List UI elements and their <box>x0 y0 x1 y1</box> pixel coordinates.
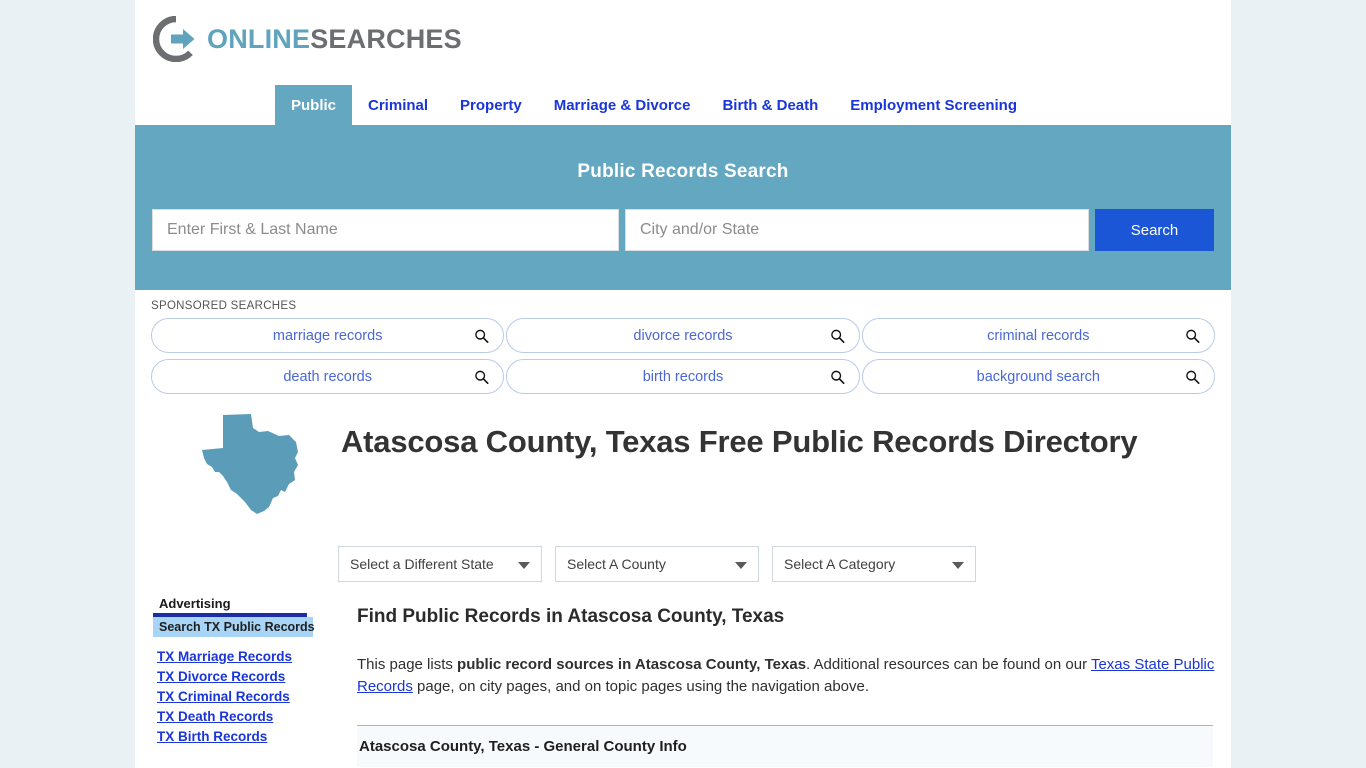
find-records-heading: Find Public Records in Atascosa County, … <box>357 606 785 627</box>
logo-wordmark: ONLINESEARCHES <box>207 23 462 54</box>
sponsored-pill-divorce-records[interactable]: divorce records <box>506 318 860 353</box>
sponsored-row-2: death records birth records background s… <box>151 359 1215 394</box>
site-logo[interactable]: ONLINESEARCHES <box>153 16 462 62</box>
chevron-down-icon <box>952 562 964 569</box>
select-state-label: Select a Different State <box>350 556 494 572</box>
general-county-info-heading: Atascosa County, Texas - General County … <box>357 726 1213 768</box>
magnifier-icon <box>475 329 489 343</box>
select-state-dropdown[interactable]: Select a Different State <box>338 546 542 582</box>
ad-link-tx-marriage-records[interactable]: TX Marriage Records <box>157 649 339 664</box>
chevron-down-icon <box>735 562 747 569</box>
intro-text-3: page, on city pages, and on topic pages … <box>412 678 870 696</box>
nav-item-employment-screening[interactable]: Employment Screening <box>834 85 1033 125</box>
select-category-dropdown[interactable]: Select A Category <box>772 546 976 582</box>
search-form: Search <box>151 209 1215 251</box>
chevron-down-icon <box>518 562 530 569</box>
logo-word-online: ONLINE <box>207 23 311 54</box>
sponsored-pill-criminal-records[interactable]: criminal records <box>861 318 1215 353</box>
nav-item-property[interactable]: Property <box>444 85 538 125</box>
nav-item-public[interactable]: Public <box>275 85 353 125</box>
page-title: Atascosa County, Texas Free Public Recor… <box>341 424 1138 459</box>
main-content: Find Public Records in Atascosa County, … <box>339 582 1215 768</box>
sponsored-pill-label: marriage records <box>272 327 383 344</box>
search-button[interactable]: Search <box>1095 209 1214 251</box>
sponsored-searches-section: SPONSORED SEARCHES marriage records divo… <box>135 290 1231 394</box>
ad-link-tx-divorce-records[interactable]: TX Divorce Records <box>157 669 339 684</box>
magnifier-icon <box>1186 329 1200 343</box>
filter-dropdowns: Select a Different State Select A County… <box>325 546 1231 582</box>
sponsored-searches-label: SPONSORED SEARCHES <box>151 300 297 312</box>
advertising-sidebar: Advertising Search TX Public Records TX … <box>151 582 339 767</box>
circle-arrow-logo-icon <box>153 16 199 62</box>
sponsored-pill-label: death records <box>283 368 372 385</box>
magnifier-icon <box>830 370 845 384</box>
search-band-title: Public Records Search <box>577 161 789 182</box>
main-navigation: Public Criminal Property Marriage & Divo… <box>135 85 1231 125</box>
name-search-input[interactable] <box>152 209 619 251</box>
sponsored-row-1: marriage records divorce records crimina… <box>151 318 1215 353</box>
sponsored-pill-birth-records[interactable]: birth records <box>506 359 860 394</box>
sponsored-pill-label: divorce records <box>633 327 733 344</box>
content-columns: Advertising Search TX Public Records TX … <box>135 582 1231 768</box>
magnifier-icon <box>1186 370 1200 384</box>
sponsored-pill-label: birth records <box>642 368 724 385</box>
page-container: ONLINESEARCHES Public Criminal Property … <box>135 0 1231 768</box>
nav-item-marriage-divorce[interactable]: Marriage & Divorce <box>538 85 707 125</box>
advertising-label: Advertising <box>159 596 231 611</box>
search-tx-public-records-banner[interactable]: Search TX Public Records <box>153 617 315 637</box>
nav-item-criminal[interactable]: Criminal <box>352 85 444 125</box>
intro-paragraph: This page lists public record sources in… <box>355 654 1215 698</box>
select-category-label: Select A Category <box>784 556 896 572</box>
intro-text-2: . Additional resources can be found on o… <box>806 656 1091 673</box>
intro-text-1: This page lists <box>357 656 458 673</box>
sponsored-pill-background-search[interactable]: background search <box>861 359 1215 394</box>
sponsored-pill-marriage-records[interactable]: marriage records <box>151 318 505 353</box>
advertising-link-list: TX Marriage Records TX Divorce Records T… <box>157 649 339 744</box>
texas-state-map-icon <box>151 400 341 522</box>
intro-bold-phrase: public record sources in Atascosa County… <box>457 656 807 673</box>
public-records-search-band: Public Records Search Search <box>135 125 1231 290</box>
ad-link-tx-birth-records[interactable]: TX Birth Records <box>157 729 339 744</box>
ad-link-tx-criminal-records[interactable]: TX Criminal Records <box>157 689 339 704</box>
page-title-block: Atascosa County, Texas Free Public Recor… <box>135 400 1231 522</box>
magnifier-icon <box>475 370 489 384</box>
site-header: ONLINESEARCHES <box>135 0 1231 85</box>
magnifier-icon <box>830 329 845 343</box>
sponsored-pill-label: criminal records <box>987 327 1090 344</box>
select-county-label: Select A County <box>567 556 666 572</box>
city-state-search-input[interactable] <box>625 209 1089 251</box>
logo-word-searches: SEARCHES <box>310 23 462 54</box>
ad-link-tx-death-records[interactable]: TX Death Records <box>157 709 339 724</box>
select-county-dropdown[interactable]: Select A County <box>555 546 759 582</box>
nav-item-birth-death[interactable]: Birth & Death <box>706 85 834 125</box>
sponsored-pill-death-records[interactable]: death records <box>151 359 505 394</box>
sponsored-pill-label: background search <box>976 368 1100 385</box>
